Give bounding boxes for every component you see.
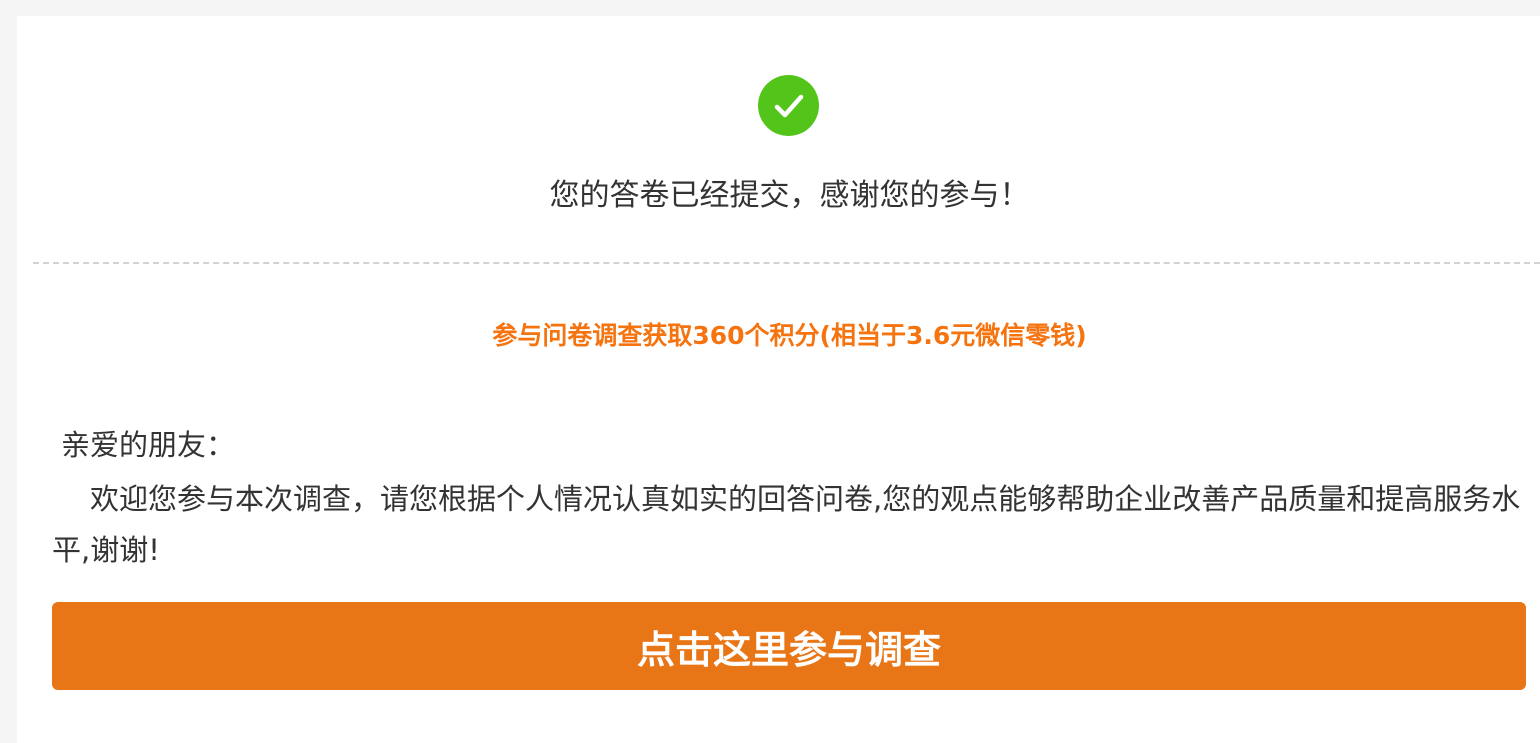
greeting-text: 亲爱的朋友： [61,428,236,462]
result-card: 您的答卷已经提交，感谢您的参与！ 参与问卷调查获取360个积分(相当于3.6元微… [17,16,1540,743]
join-survey-button[interactable]: 点击这里参与调查 [52,602,1526,690]
checkmark-icon [774,94,803,117]
reward-info: 参与问卷调查获取360个积分(相当于3.6元微信零钱) [492,321,1087,350]
dashed-divider [33,262,1540,264]
invitation-body: 欢迎您参与本次调查，请您根据个人情况认真如实的回答问卷,您的观点能够帮助企业改善… [52,482,1521,567]
check-circle-icon [758,75,819,136]
submission-message: 您的答卷已经提交，感谢您的参与！ [549,178,1030,213]
